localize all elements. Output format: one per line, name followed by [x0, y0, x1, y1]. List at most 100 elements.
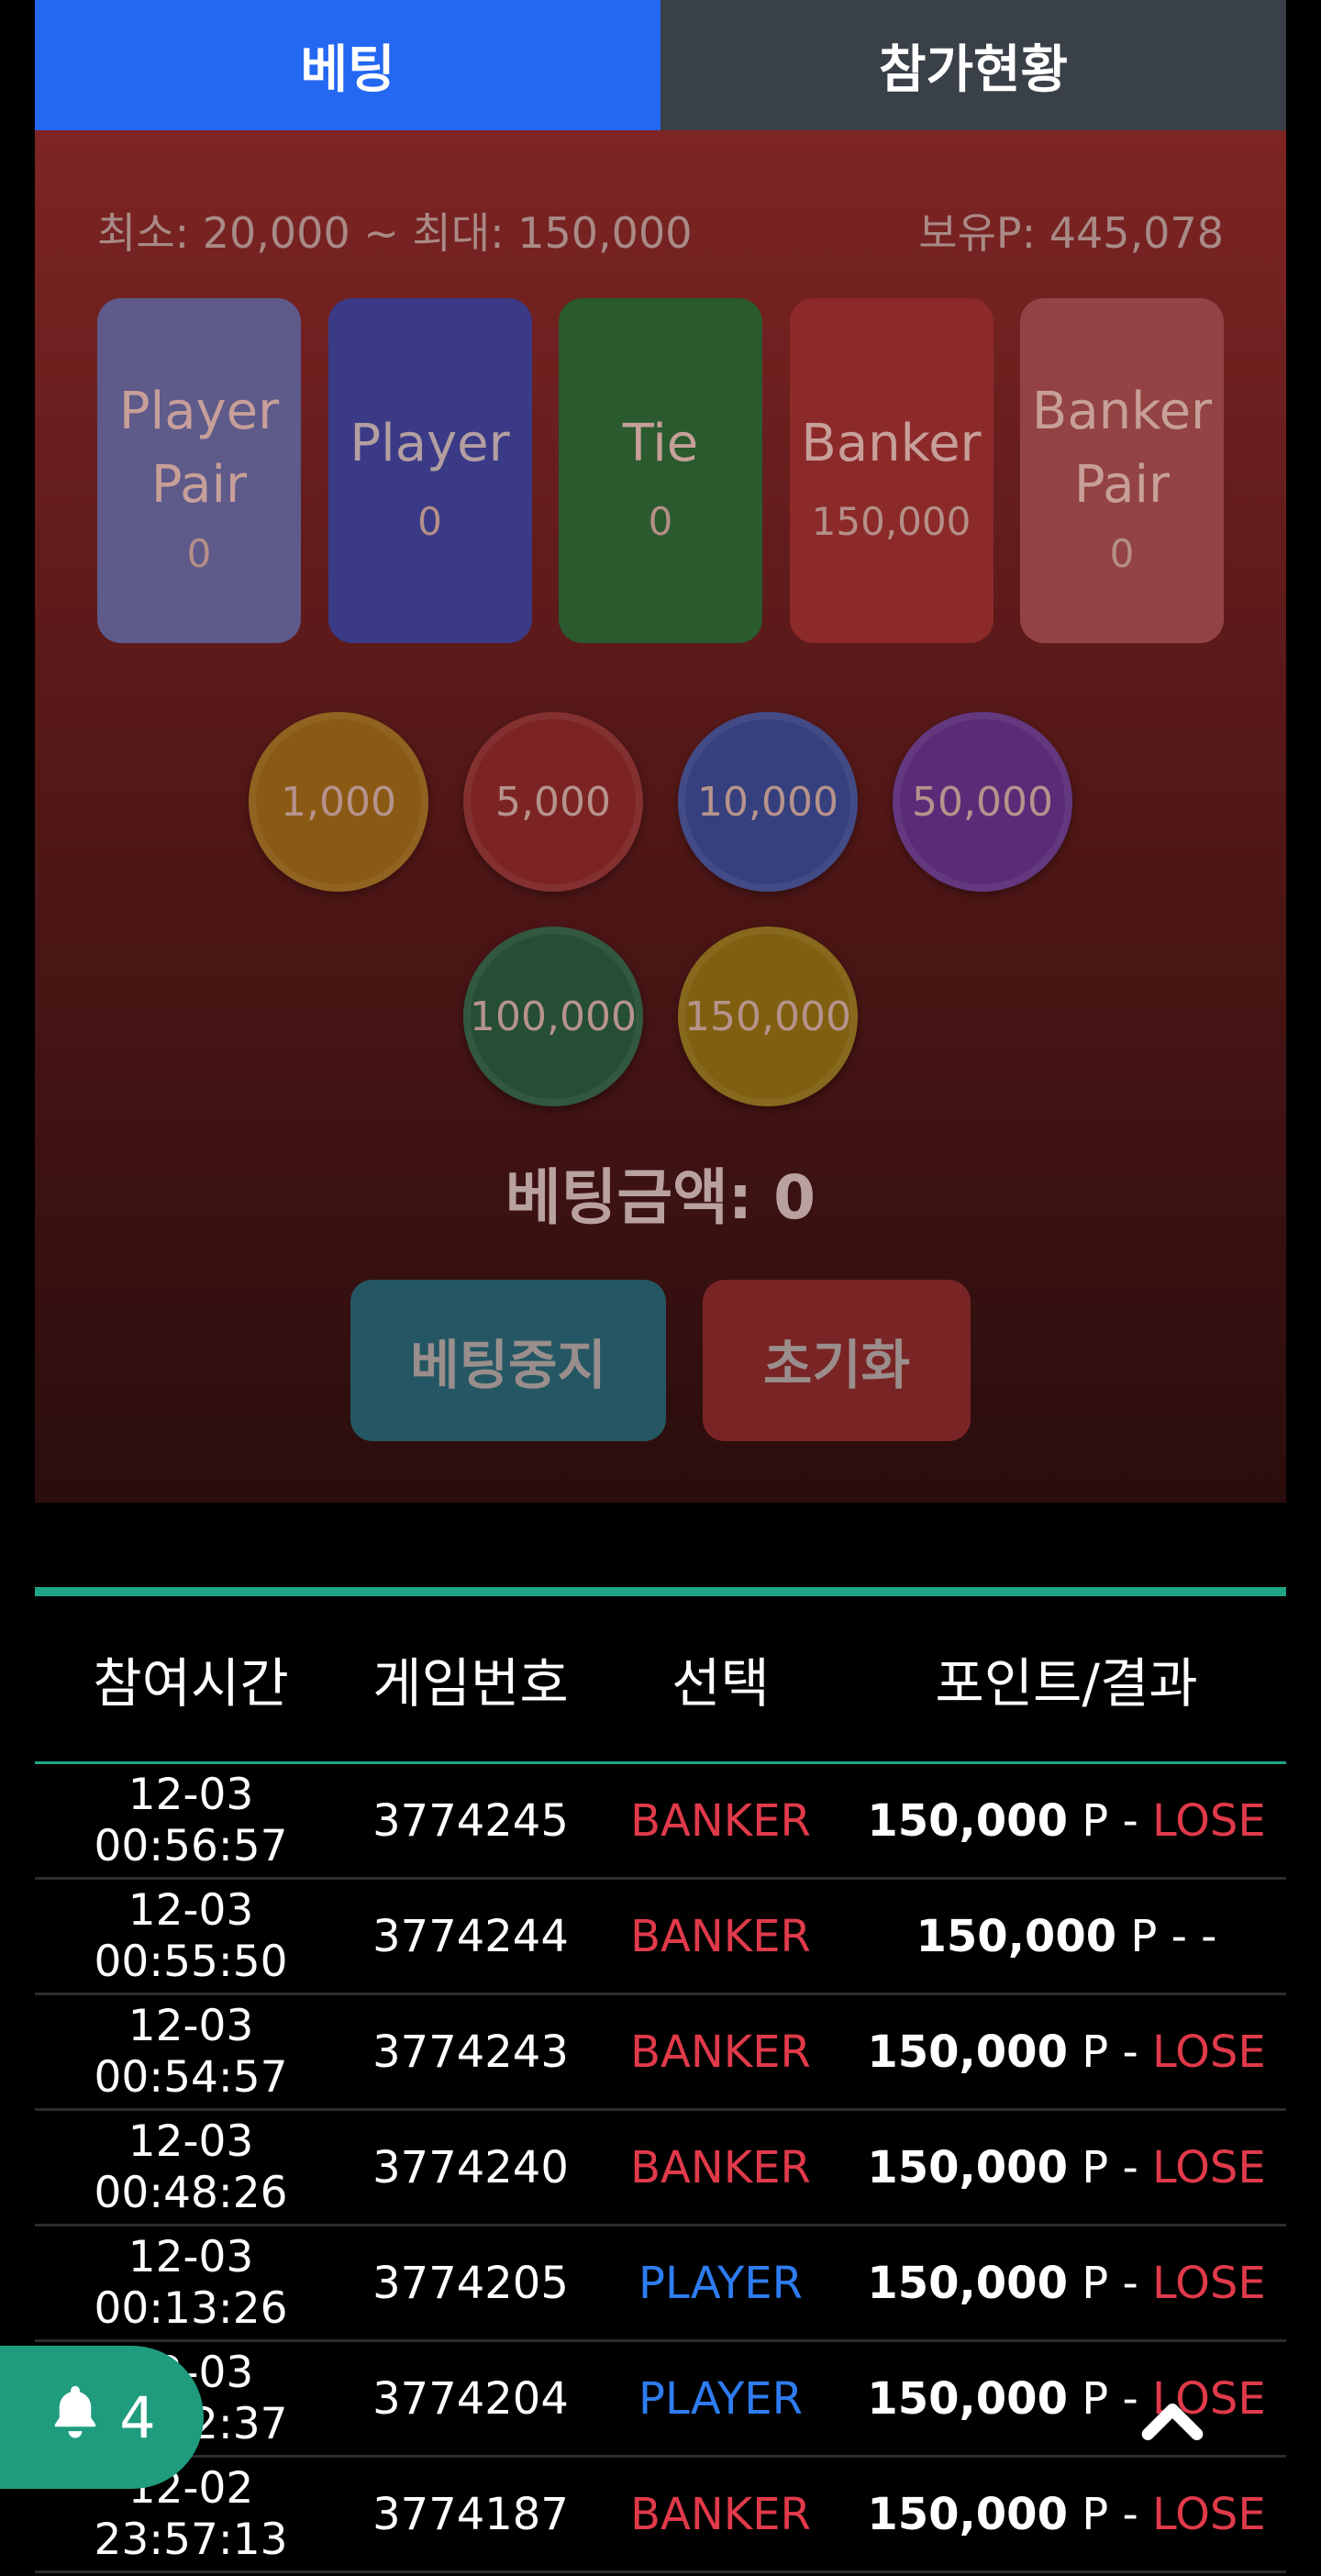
result-cell: 150,000 P - LOSE — [847, 2373, 1286, 2425]
table-row: 12-02 23:57:13 3774187 BANKER 150,000 P -… — [35, 2458, 1286, 2573]
date-text: 12-03 — [128, 2231, 254, 2282]
bet-name: Pair — [1073, 454, 1171, 515]
pick-cell: BANKER — [630, 2026, 811, 2078]
history-header: 참여시간 게임번호 선택 포인트/결과 — [35, 1596, 1286, 1764]
pick-cell: PLAYER — [638, 2372, 803, 2425]
header-game: 게임번호 — [372, 1652, 569, 1715]
bet-range-text: 최소: 20,000 ~ 최대: 150,000 — [97, 208, 693, 258]
chip-5000[interactable]: 5,000 — [463, 712, 643, 892]
notification-count: 4 — [119, 2383, 156, 2451]
scroll-top-button[interactable] — [1136, 2385, 1209, 2459]
points-text: 150,000 — [867, 2257, 1068, 2309]
time-text: 00:56:57 — [94, 1820, 288, 1871]
bet-player-pair[interactable]: Player Pair 0 — [97, 298, 301, 643]
table-row: 12-03 00:13:26 3774205 PLAYER 150,000 P -… — [35, 2226, 1286, 2342]
unit-text: P - — [1082, 2488, 1138, 2540]
time-cell: 12-03 00:13:26 — [35, 2232, 347, 2335]
chip-50000[interactable]: 50,000 — [893, 712, 1072, 892]
header-time: 참여시간 — [93, 1652, 289, 1715]
bet-name: Banker — [1031, 381, 1213, 441]
time-text: 00:55:50 — [94, 1936, 288, 1987]
bet-banker[interactable]: Banker 150,000 — [789, 298, 994, 643]
history-table: 12-03 00:56:57 3774245 BANKER 150,000 P -… — [35, 1764, 1286, 2573]
bet-limits: 최소: 20,000 ~ 최대: 150,000 보유P: 445,078 — [97, 200, 1224, 261]
bet-name: Banker — [801, 413, 982, 473]
date-text: 12-03 — [128, 1769, 254, 1820]
bet-amount: 0 — [1109, 530, 1135, 576]
chip-100000[interactable]: 100,000 — [463, 927, 643, 1106]
game-cell: 3774243 — [372, 2026, 569, 2078]
reset-button[interactable]: 초기화 — [703, 1280, 971, 1441]
chevron-up-icon — [1136, 2404, 1209, 2462]
game-cell: 3774244 — [372, 1910, 569, 1962]
game-cell: 3774187 — [372, 2488, 569, 2540]
time-cell: 12-03 00:56:57 — [35, 1770, 347, 1872]
points-text: 150,000 — [867, 2026, 1068, 2078]
bell-icon — [48, 2382, 103, 2454]
points-text: 150,000 — [867, 1794, 1068, 1847]
betting-panel: 최소: 20,000 ~ 최대: 150,000 보유P: 445,078 Pl… — [35, 130, 1286, 1503]
tab-bar: 베팅 참가현황 — [35, 0, 1286, 130]
result-text: LOSE — [1152, 1794, 1266, 1847]
header-pick: 선택 — [672, 1652, 770, 1715]
pick-cell: BANKER — [630, 2488, 811, 2540]
result-cell: 150,000 P - LOSE — [847, 1795, 1286, 1847]
points-text: 150,000 — [867, 2372, 1068, 2425]
game-cell: 3774240 — [372, 2141, 569, 2193]
stop-betting-button[interactable]: 베팅중지 — [350, 1280, 666, 1441]
time-text: 00:48:26 — [94, 2167, 288, 2218]
unit-text: P - — [1082, 2257, 1138, 2309]
bet-amount: 0 — [186, 530, 212, 576]
bet-amount: 150,000 — [811, 498, 971, 544]
time-cell: 12-03 00:55:50 — [35, 1885, 347, 1988]
notification-button[interactable]: 4 — [0, 2346, 204, 2489]
date-text: 12-03 — [128, 1884, 254, 1936]
result-cell: 150,000 P - LOSE — [847, 2142, 1286, 2193]
result-text: LOSE — [1152, 2141, 1266, 2193]
unit-text: P - — [1082, 2141, 1138, 2193]
pick-cell: BANKER — [630, 1910, 811, 1962]
bet-name: Player — [350, 413, 510, 473]
chip-selector: 1,000 5,000 10,000 50,000 100,000 150,00… — [35, 712, 1286, 1106]
points-text: 150,000 — [867, 2141, 1068, 2193]
bet-tie[interactable]: Tie 0 — [559, 298, 762, 643]
chip-10000[interactable]: 10,000 — [678, 712, 858, 892]
chip-150000[interactable]: 150,000 — [678, 927, 858, 1106]
pick-cell: BANKER — [630, 1794, 811, 1847]
game-cell: 3774245 — [372, 1794, 569, 1847]
time-text: 00:13:26 — [94, 2282, 288, 2334]
table-row: 12-03 00:48:26 3774240 BANKER 150,000 P -… — [35, 2111, 1286, 2226]
unit-text: P - — [1082, 2026, 1138, 2078]
chip-1000[interactable]: 1,000 — [249, 712, 428, 892]
bet-banker-pair[interactable]: Banker Pair 0 — [1020, 298, 1224, 643]
result-cell: 150,000 P - LOSE — [847, 2258, 1286, 2309]
time-cell: 12-03 00:48:26 — [35, 2116, 347, 2219]
section-divider — [35, 1587, 1286, 1596]
time-cell: 12-03 00:54:57 — [35, 2001, 347, 2104]
bet-amount: 0 — [417, 498, 442, 544]
time-text: 23:57:13 — [94, 2514, 288, 2565]
table-row: 12-0300:02:37 3774204 PLAYER 150,000 P -… — [35, 2342, 1286, 2458]
bet-name: Tie — [622, 413, 699, 473]
result-text: LOSE — [1152, 2257, 1266, 2309]
result-cell: 150,000 P - - — [847, 1911, 1286, 1962]
tab-betting[interactable]: 베팅 — [35, 0, 660, 130]
bet-total: 베팅금액: 0 — [505, 1162, 816, 1233]
pick-cell: PLAYER — [638, 2257, 803, 2309]
game-cell: 3774204 — [372, 2372, 569, 2425]
bet-name: Player — [118, 381, 280, 441]
tab-participation[interactable]: 참가현황 — [660, 0, 1286, 130]
points-text: 150,000 — [916, 1910, 1117, 1962]
table-row: 12-03 00:54:57 3774243 BANKER 150,000 P -… — [35, 1995, 1286, 2111]
bet-amount: 0 — [648, 498, 673, 544]
balance-text: 보유P: 445,078 — [918, 208, 1224, 258]
header-result: 포인트/결과 — [935, 1652, 1198, 1715]
time-text: 00:54:57 — [94, 2051, 288, 2103]
bet-name: Pair — [150, 454, 248, 515]
bet-player[interactable]: Player 0 — [327, 298, 532, 643]
bet-actions: 베팅중지 초기화 — [35, 1280, 1286, 1441]
bet-options: Player Pair 0 Player 0 Tie 0 Banker 150,… — [97, 298, 1224, 643]
table-row: 12-03 00:55:50 3774244 BANKER 150,000 P -… — [35, 1880, 1286, 1995]
points-text: 150,000 — [867, 2488, 1068, 2540]
date-text: 12-03 — [128, 2115, 254, 2167]
